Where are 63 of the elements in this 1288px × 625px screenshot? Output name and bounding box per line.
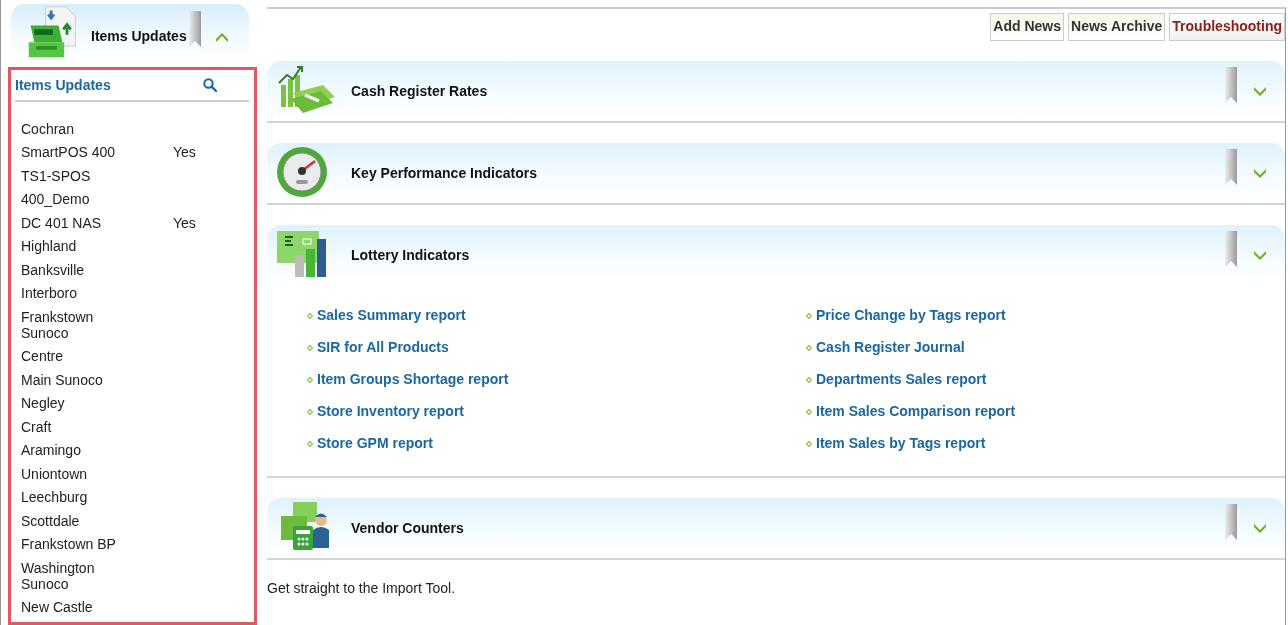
- bullet-icon: [307, 344, 313, 351]
- report-link[interactable]: Item Sales Comparison report: [816, 403, 1016, 420]
- section-title: Lottery Indicators: [351, 247, 471, 263]
- store-name[interactable]: TS1-SPOS: [21, 164, 139, 188]
- store-name[interactable]: DC 401 NAS: [21, 211, 139, 235]
- store-name[interactable]: Craft: [21, 415, 139, 439]
- store-name[interactable]: SmartPOS 400: [21, 140, 139, 164]
- chevron-down-icon[interactable]: [1253, 86, 1267, 96]
- bookmark-icon: [1225, 231, 1237, 267]
- report-link[interactable]: Price Change by Tags report: [816, 307, 1006, 324]
- store-name[interactable]: 400_Demo: [21, 187, 139, 211]
- store-name[interactable]: Centre: [21, 344, 139, 368]
- store-name[interactable]: Banksville: [21, 258, 139, 282]
- bookmark-icon: [1225, 149, 1237, 185]
- toolbar-button[interactable]: Add News: [990, 13, 1065, 41]
- store-name[interactable]: New Castle: [21, 595, 139, 619]
- search-icon[interactable]: [203, 78, 217, 92]
- store-name[interactable]: Main Sunoco: [21, 368, 139, 392]
- store-name[interactable]: Scottdale: [21, 509, 139, 533]
- report-link[interactable]: Store Inventory report: [317, 403, 465, 420]
- bullet-icon: [806, 408, 812, 415]
- store-name[interactable]: Interboro: [21, 281, 139, 305]
- bullet-icon: [307, 408, 313, 415]
- section-title: Key Performance Indicators: [351, 165, 538, 181]
- store-name[interactable]: Washington Sunoco: [21, 556, 139, 596]
- store-name[interactable]: Aramingo: [21, 438, 139, 462]
- import-tool-note: Get straight to the Import Tool.: [267, 580, 457, 596]
- bookmark-icon: [188, 11, 201, 47]
- report-link[interactable]: Item Groups Shortage report: [317, 371, 509, 388]
- bullet-icon: [307, 376, 313, 383]
- report-link[interactable]: Cash Register Journal: [816, 339, 965, 356]
- chevron-down-icon[interactable]: [1253, 168, 1267, 178]
- section-title: Vendor Counters: [351, 520, 465, 536]
- chevron-down-icon[interactable]: [1253, 523, 1267, 533]
- report-link[interactable]: Sales Summary report: [317, 307, 466, 324]
- store-name[interactable]: Negley: [21, 391, 139, 415]
- report-link[interactable]: Store GPM report: [317, 435, 433, 452]
- chevron-down-icon[interactable]: [1253, 250, 1267, 260]
- store-name[interactable]: Leechburg: [21, 485, 139, 509]
- report-link[interactable]: SIR for All Products: [317, 339, 449, 356]
- bullet-icon: [806, 440, 812, 447]
- report-link[interactable]: Item Sales by Tags report: [816, 435, 986, 452]
- bullet-icon: [806, 376, 812, 383]
- bullet-icon: [806, 312, 812, 319]
- bullet-icon: [307, 312, 313, 319]
- store-name[interactable]: Uniontown: [21, 462, 139, 486]
- bullet-icon: [307, 440, 313, 447]
- store-value: Yes: [173, 143, 196, 163]
- chevron-up-icon[interactable]: [214, 33, 229, 43]
- report-link[interactable]: Departments Sales report: [816, 371, 987, 388]
- bookmark-icon: [1225, 67, 1237, 103]
- store-name[interactable]: Frankstown BP: [21, 532, 139, 556]
- store-name[interactable]: Frankstown Sunoco: [21, 305, 139, 345]
- store-name[interactable]: Cochran: [21, 117, 139, 141]
- list-title: Items Updates: [15, 77, 111, 93]
- section-title: Cash Register Rates: [351, 83, 489, 99]
- toolbar-button[interactable]: Troubleshooting: [1169, 13, 1285, 41]
- bookmark-icon: [1225, 504, 1237, 540]
- store-value: Yes: [173, 213, 196, 233]
- toolbar-button[interactable]: News Archive: [1068, 13, 1166, 41]
- bullet-icon: [806, 344, 812, 351]
- panel-title: Items Updates: [91, 28, 187, 44]
- store-name[interactable]: Highland: [21, 234, 139, 258]
